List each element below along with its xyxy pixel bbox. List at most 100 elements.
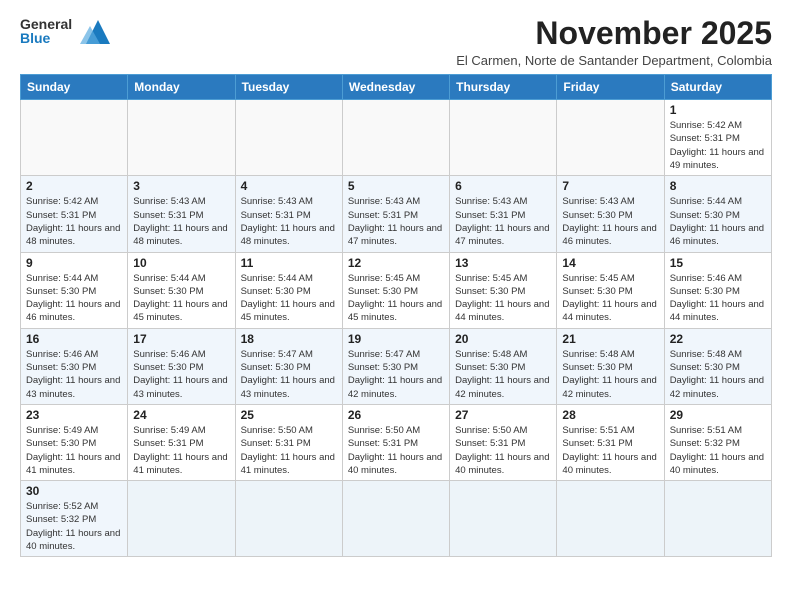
month-title: November 2025	[456, 16, 772, 51]
day-info: Sunrise: 5:46 AM Sunset: 5:30 PM Dayligh…	[26, 348, 122, 401]
calendar-cell	[235, 100, 342, 176]
calendar-cell: 20 Sunrise: 5:48 AM Sunset: 5:30 PM Dayli…	[450, 328, 557, 404]
calendar-cell: 27Sunrise: 5:50 AM Sunset: 5:31 PM Dayli…	[450, 404, 557, 480]
header-monday: Monday	[128, 75, 235, 100]
day-number: 30	[26, 484, 122, 498]
calendar-cell: 5 Sunrise: 5:43 AM Sunset: 5:31 PM Daylig…	[342, 176, 449, 252]
day-number: 26	[348, 408, 444, 422]
calendar-cell: 18Sunrise: 5:47 AM Sunset: 5:30 PM Dayli…	[235, 328, 342, 404]
calendar-week-row: 1Sunrise: 5:42 AM Sunset: 5:31 PM Daylig…	[21, 100, 772, 176]
day-info: Sunrise: 5:50 AM Sunset: 5:31 PM Dayligh…	[455, 424, 551, 477]
day-info: Sunrise: 5:52 AM Sunset: 5:32 PM Dayligh…	[26, 500, 122, 553]
calendar-cell: 16Sunrise: 5:46 AM Sunset: 5:30 PM Dayli…	[21, 328, 128, 404]
day-info: Sunrise: 5:42 AM Sunset: 5:31 PM Dayligh…	[670, 119, 766, 172]
calendar-cell: 17Sunrise: 5:46 AM Sunset: 5:30 PM Dayli…	[128, 328, 235, 404]
day-number: 21	[562, 332, 658, 346]
day-number: 17	[133, 332, 229, 346]
calendar-cell	[342, 481, 449, 557]
calendar-cell	[21, 100, 128, 176]
day-info: Sunrise: 5:48 AM Sunset: 5:30 PM Dayligh…	[562, 348, 658, 401]
day-info: Sunrise: 5:50 AM Sunset: 5:31 PM Dayligh…	[241, 424, 337, 477]
page-header: General Blue November 2025 El Carmen, No…	[20, 16, 772, 68]
day-number: 11	[241, 256, 337, 270]
day-number: 8	[670, 179, 766, 193]
calendar-cell	[342, 100, 449, 176]
day-info: Sunrise: 5:45 AM Sunset: 5:30 PM Dayligh…	[348, 272, 444, 325]
day-info: Sunrise: 5:43 AM Sunset: 5:30 PM Dayligh…	[562, 195, 658, 248]
day-number: 13	[455, 256, 551, 270]
calendar-week-row: 16Sunrise: 5:46 AM Sunset: 5:30 PM Dayli…	[21, 328, 772, 404]
header-wednesday: Wednesday	[342, 75, 449, 100]
calendar-cell: 9 Sunrise: 5:44 AM Sunset: 5:30 PM Daylig…	[21, 252, 128, 328]
day-number: 28	[562, 408, 658, 422]
day-info: Sunrise: 5:42 AM Sunset: 5:31 PM Dayligh…	[26, 195, 122, 248]
calendar-cell: 10 Sunrise: 5:44 AM Sunset: 5:30 PM Dayli…	[128, 252, 235, 328]
calendar-cell: 6 Sunrise: 5:43 AM Sunset: 5:31 PM Daylig…	[450, 176, 557, 252]
day-info: Sunrise: 5:43 AM Sunset: 5:31 PM Dayligh…	[455, 195, 551, 248]
day-number: 9	[26, 256, 122, 270]
day-number: 3	[133, 179, 229, 193]
day-number: 19	[348, 332, 444, 346]
calendar-cell: 15Sunrise: 5:46 AM Sunset: 5:30 PM Dayli…	[664, 252, 771, 328]
calendar-cell: 29Sunrise: 5:51 AM Sunset: 5:32 PM Dayli…	[664, 404, 771, 480]
header-sunday: Sunday	[21, 75, 128, 100]
day-number: 20	[455, 332, 551, 346]
header-thursday: Thursday	[450, 75, 557, 100]
calendar-cell	[664, 481, 771, 557]
day-number: 12	[348, 256, 444, 270]
day-info: Sunrise: 5:44 AM Sunset: 5:30 PM Dayligh…	[26, 272, 122, 325]
logo-general: General	[20, 17, 72, 31]
calendar-cell	[128, 100, 235, 176]
day-info: Sunrise: 5:48 AM Sunset: 5:30 PM Dayligh…	[670, 348, 766, 401]
day-info: Sunrise: 5:49 AM Sunset: 5:31 PM Dayligh…	[133, 424, 229, 477]
day-info: Sunrise: 5:43 AM Sunset: 5:31 PM Dayligh…	[348, 195, 444, 248]
calendar-cell: 19 Sunrise: 5:47 AM Sunset: 5:30 PM Dayli…	[342, 328, 449, 404]
calendar-cell: 3 Sunrise: 5:43 AM Sunset: 5:31 PM Daylig…	[128, 176, 235, 252]
calendar-cell: 24 Sunrise: 5:49 AM Sunset: 5:31 PM Dayli…	[128, 404, 235, 480]
day-info: Sunrise: 5:50 AM Sunset: 5:31 PM Dayligh…	[348, 424, 444, 477]
day-number: 22	[670, 332, 766, 346]
logo-blue: Blue	[20, 31, 72, 45]
calendar-cell: 7 Sunrise: 5:43 AM Sunset: 5:30 PM Daylig…	[557, 176, 664, 252]
logo-icon	[76, 16, 114, 46]
day-info: Sunrise: 5:44 AM Sunset: 5:30 PM Dayligh…	[241, 272, 337, 325]
calendar-cell: 4 Sunrise: 5:43 AM Sunset: 5:31 PM Daylig…	[235, 176, 342, 252]
calendar-cell	[450, 100, 557, 176]
calendar-week-row: 9 Sunrise: 5:44 AM Sunset: 5:30 PM Daylig…	[21, 252, 772, 328]
header-saturday: Saturday	[664, 75, 771, 100]
calendar-cell: 2Sunrise: 5:42 AM Sunset: 5:31 PM Daylig…	[21, 176, 128, 252]
day-number: 14	[562, 256, 658, 270]
day-number: 4	[241, 179, 337, 193]
day-info: Sunrise: 5:47 AM Sunset: 5:30 PM Dayligh…	[241, 348, 337, 401]
day-info: Sunrise: 5:43 AM Sunset: 5:31 PM Dayligh…	[133, 195, 229, 248]
calendar-header-row: SundayMondayTuesdayWednesdayThursdayFrid…	[21, 75, 772, 100]
location-subtitle: El Carmen, Norte de Santander Department…	[456, 53, 772, 68]
logo: General Blue	[20, 16, 114, 46]
day-info: Sunrise: 5:44 AM Sunset: 5:30 PM Dayligh…	[133, 272, 229, 325]
calendar-cell: 21 Sunrise: 5:48 AM Sunset: 5:30 PM Dayli…	[557, 328, 664, 404]
calendar-cell: 13Sunrise: 5:45 AM Sunset: 5:30 PM Dayli…	[450, 252, 557, 328]
title-block: November 2025 El Carmen, Norte de Santan…	[456, 16, 772, 68]
day-info: Sunrise: 5:43 AM Sunset: 5:31 PM Dayligh…	[241, 195, 337, 248]
calendar-cell	[557, 481, 664, 557]
day-info: Sunrise: 5:45 AM Sunset: 5:30 PM Dayligh…	[562, 272, 658, 325]
calendar-cell: 8Sunrise: 5:44 AM Sunset: 5:30 PM Daylig…	[664, 176, 771, 252]
day-info: Sunrise: 5:48 AM Sunset: 5:30 PM Dayligh…	[455, 348, 551, 401]
calendar-cell: 26 Sunrise: 5:50 AM Sunset: 5:31 PM Dayli…	[342, 404, 449, 480]
calendar-cell	[557, 100, 664, 176]
day-number: 7	[562, 179, 658, 193]
calendar-cell: 11 Sunrise: 5:44 AM Sunset: 5:30 PM Dayli…	[235, 252, 342, 328]
calendar-cell: 23Sunrise: 5:49 AM Sunset: 5:30 PM Dayli…	[21, 404, 128, 480]
day-number: 5	[348, 179, 444, 193]
day-info: Sunrise: 5:51 AM Sunset: 5:32 PM Dayligh…	[670, 424, 766, 477]
calendar-cell: 22 Sunrise: 5:48 AM Sunset: 5:30 PM Dayli…	[664, 328, 771, 404]
calendar-cell: 25Sunrise: 5:50 AM Sunset: 5:31 PM Dayli…	[235, 404, 342, 480]
calendar-cell: 12 Sunrise: 5:45 AM Sunset: 5:30 PM Dayli…	[342, 252, 449, 328]
day-info: Sunrise: 5:47 AM Sunset: 5:30 PM Dayligh…	[348, 348, 444, 401]
day-number: 24	[133, 408, 229, 422]
day-number: 6	[455, 179, 551, 193]
day-number: 10	[133, 256, 229, 270]
day-number: 15	[670, 256, 766, 270]
calendar-table: SundayMondayTuesdayWednesdayThursdayFrid…	[20, 74, 772, 557]
calendar-cell: 28Sunrise: 5:51 AM Sunset: 5:31 PM Dayli…	[557, 404, 664, 480]
